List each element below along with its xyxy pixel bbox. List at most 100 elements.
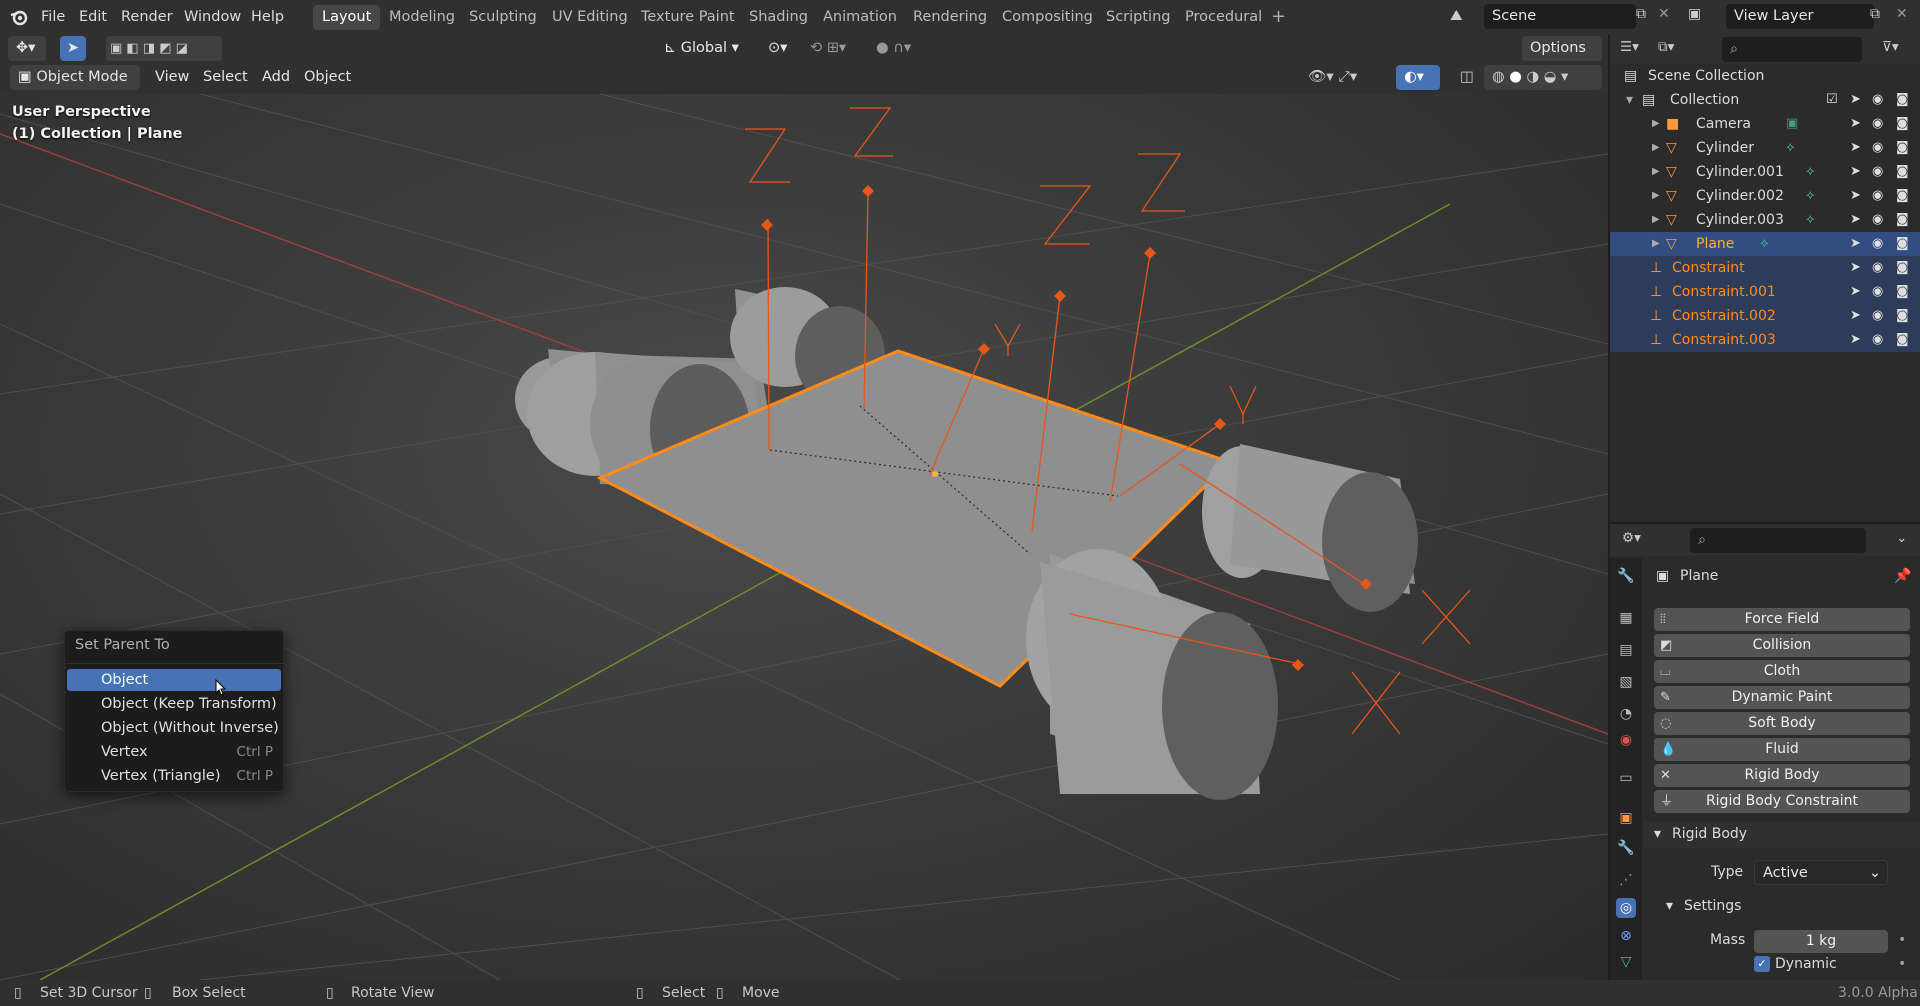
pivot-point-icon[interactable]: ⊙▾ [760,36,800,61]
camera-render-icon[interactable]: ◙ [1896,256,1909,280]
expand-icon[interactable]: ▶ [1652,136,1660,160]
scene-collection-row[interactable]: ▤ Scene Collection [1610,64,1920,88]
world-tab-icon[interactable]: ◉ [1616,730,1636,750]
tab-texture-paint[interactable]: Texture Paint [632,5,744,30]
dynamic-paint-button[interactable]: ✎ Dynamic Paint [1654,686,1910,709]
camera-render-icon[interactable]: ◙ [1896,208,1909,232]
outliner-item-constraint-003[interactable]: ⊥ Constraint.003 ➤ ◉ ◙ [1610,328,1920,352]
outliner-item-constraint-001[interactable]: ⊥ Constraint.001 ➤ ◉ ◙ [1610,280,1920,304]
modifier-tab-icon[interactable]: 🔧 [1616,838,1636,858]
select-toggle-icon[interactable]: ➤ [1850,88,1861,112]
camera-render-icon[interactable]: ◙ [1896,184,1909,208]
cloth-button[interactable]: ⌴ Cloth [1654,660,1910,683]
eye-icon[interactable]: ◉ [1872,136,1883,160]
menu-item-vertex-triangle[interactable]: Vertex (Triangle) Ctrl P [67,765,281,787]
add-workspace-icon[interactable]: + [1271,0,1286,34]
eye-icon[interactable]: ◉ [1872,88,1883,112]
camera-render-icon[interactable]: ◙ [1896,232,1909,256]
tool-tab-icon[interactable]: 🔧 [1616,566,1636,586]
keyframe-dot-icon[interactable]: • [1898,932,1906,948]
tab-animation[interactable]: Animation [814,5,906,30]
select-toggle-icon[interactable]: ➤ [1850,184,1861,208]
object-tab-icon[interactable]: ▣ [1616,808,1636,828]
outliner-item-cylinder-002[interactable]: ▶ ▽ Cylinder.002 ⟡ ➤ ◉ ◙ [1610,184,1920,208]
camera-render-icon[interactable]: ◙ [1896,112,1909,136]
tab-procedural[interactable]: Procedural [1176,5,1271,30]
eye-icon[interactable]: ◉ [1872,232,1883,256]
outliner-item-cylinder-003[interactable]: ▶ ▽ Cylinder.003 ⟡ ➤ ◉ ◙ [1610,208,1920,232]
select-toggle-icon[interactable]: ➤ [1850,136,1861,160]
constraints-tab-icon[interactable]: ⊗ [1616,926,1636,946]
camera-render-icon[interactable]: ◙ [1896,160,1909,184]
properties-search-input[interactable]: ⌕ [1690,528,1866,553]
keyframe-dot-icon[interactable]: • [1898,956,1906,972]
view-layer-tab-icon[interactable]: ▧ [1616,672,1636,692]
menu-select[interactable]: Select [203,65,248,90]
expand-icon[interactable]: ▶ [1652,184,1660,208]
menu-help[interactable]: Help [251,0,284,34]
scene-selector[interactable]: Scene [1484,4,1636,29]
soft-body-button[interactable]: ◌ Soft Body [1654,712,1910,735]
eye-icon[interactable]: ◉ [1872,112,1883,136]
visibility-gizmo-icons[interactable]: 👁▾ ⤢▾ [1300,65,1376,90]
select-toggle-icon[interactable]: ➤ [1850,112,1861,136]
outliner-item-constraint[interactable]: ⊥ Constraint ➤ ◉ ◙ [1610,256,1920,280]
menu-window[interactable]: Window [184,0,241,34]
menu-render[interactable]: Render [121,0,173,34]
rigid-body-button[interactable]: ✕ Rigid Body [1654,764,1910,787]
select-toggle-icon[interactable]: ➤ [1850,160,1861,184]
shading-mode-icons[interactable]: ◍ ● ◑ ◒ ▾ [1484,65,1602,90]
chevron-down-icon[interactable]: ⌄ [1896,530,1907,546]
menu-edit[interactable]: Edit [79,0,107,34]
camera-render-icon[interactable]: ◙ [1896,328,1909,352]
blender-logo-icon[interactable] [9,7,29,27]
filter-icon[interactable]: ⊽▾ [1882,39,1899,55]
xray-icon[interactable]: ◫ [1452,65,1478,90]
select-toggle-icon[interactable]: ➤ [1850,208,1861,232]
outliner-search-input[interactable]: ⌕ [1722,37,1862,62]
outliner-item-cylinder-001[interactable]: ▶ ▽ Cylinder.001 ⟡ ➤ ◉ ◙ [1610,160,1920,184]
eye-icon[interactable]: ◉ [1872,256,1883,280]
display-mode-icon[interactable]: ⧉▾ [1658,39,1674,55]
close-scene-icon[interactable]: ✕ [1658,6,1670,22]
expand-icon[interactable]: ▶ [1652,208,1660,232]
transform-orientation-dropdown[interactable]: ⊾ Global ▾ [656,36,748,61]
eye-icon[interactable]: ◉ [1872,280,1883,304]
camera-render-icon[interactable]: ◙ [1896,136,1909,160]
tab-rendering[interactable]: Rendering [904,5,996,30]
rigid-body-panel-header[interactable]: ▾ Rigid Body [1644,822,1920,848]
select-toggle-icon[interactable]: ➤ [1850,232,1861,256]
collection-row[interactable]: ▾ ▤ Collection ☑ ➤ ◉ ◙ [1610,88,1920,112]
eye-icon[interactable]: ◉ [1872,328,1883,352]
collection-tab-icon[interactable]: ▭ [1616,768,1636,788]
collision-button[interactable]: ◩ Collision [1654,634,1910,657]
particles-tab-icon[interactable]: ⋰ [1616,870,1636,890]
tab-layout[interactable]: Layout [313,5,381,30]
tab-sculpting[interactable]: Sculpting [460,5,546,30]
view-layer-selector[interactable]: View Layer [1726,4,1874,29]
outliner-item-cylinder[interactable]: ▶ ▽ Cylinder ⟡ ➤ ◉ ◙ [1610,136,1920,160]
menu-add[interactable]: Add [262,65,290,90]
proportional-edit-icon[interactable]: ● ∩▾ [868,36,928,61]
eye-icon[interactable]: ◉ [1872,160,1883,184]
checkbox-icon[interactable]: ☑ [1826,88,1838,112]
fluid-button[interactable]: 💧 Fluid [1654,738,1910,761]
output-tab-icon[interactable]: ▤ [1616,640,1636,660]
tab-scripting[interactable]: Scripting [1097,5,1179,30]
physics-tab-icon[interactable]: ◎ [1616,898,1636,918]
select-toggle-icon[interactable]: ➤ [1850,256,1861,280]
tab-modeling[interactable]: Modeling [380,5,464,30]
menu-item-object-keep-transform[interactable]: Object (Keep Transform) [67,693,281,715]
tab-compositing[interactable]: Compositing [993,5,1102,30]
render-tab-icon[interactable]: ▦ [1616,608,1636,628]
outliner-editor-icon[interactable]: ☰▾ [1620,39,1639,55]
menu-view[interactable]: View [155,65,189,90]
expand-icon[interactable]: ▶ [1652,112,1660,136]
outliner-item-plane[interactable]: ▶ ▽ Plane ⟡ ➤ ◉ ◙ [1610,232,1920,256]
rigid-body-constraint-button[interactable]: ⏚ Rigid Body Constraint [1654,790,1910,813]
editor-type-icon[interactable]: ✥▾ [8,36,46,61]
menu-object[interactable]: Object [304,65,351,90]
properties-editor-icon[interactable]: ⚙▾ [1622,530,1641,546]
outliner-item-camera[interactable]: ▶ ■ Camera ▣ ➤ ◉ ◙ [1610,112,1920,136]
scene-icon[interactable]: ⛰ [1450,6,1463,24]
